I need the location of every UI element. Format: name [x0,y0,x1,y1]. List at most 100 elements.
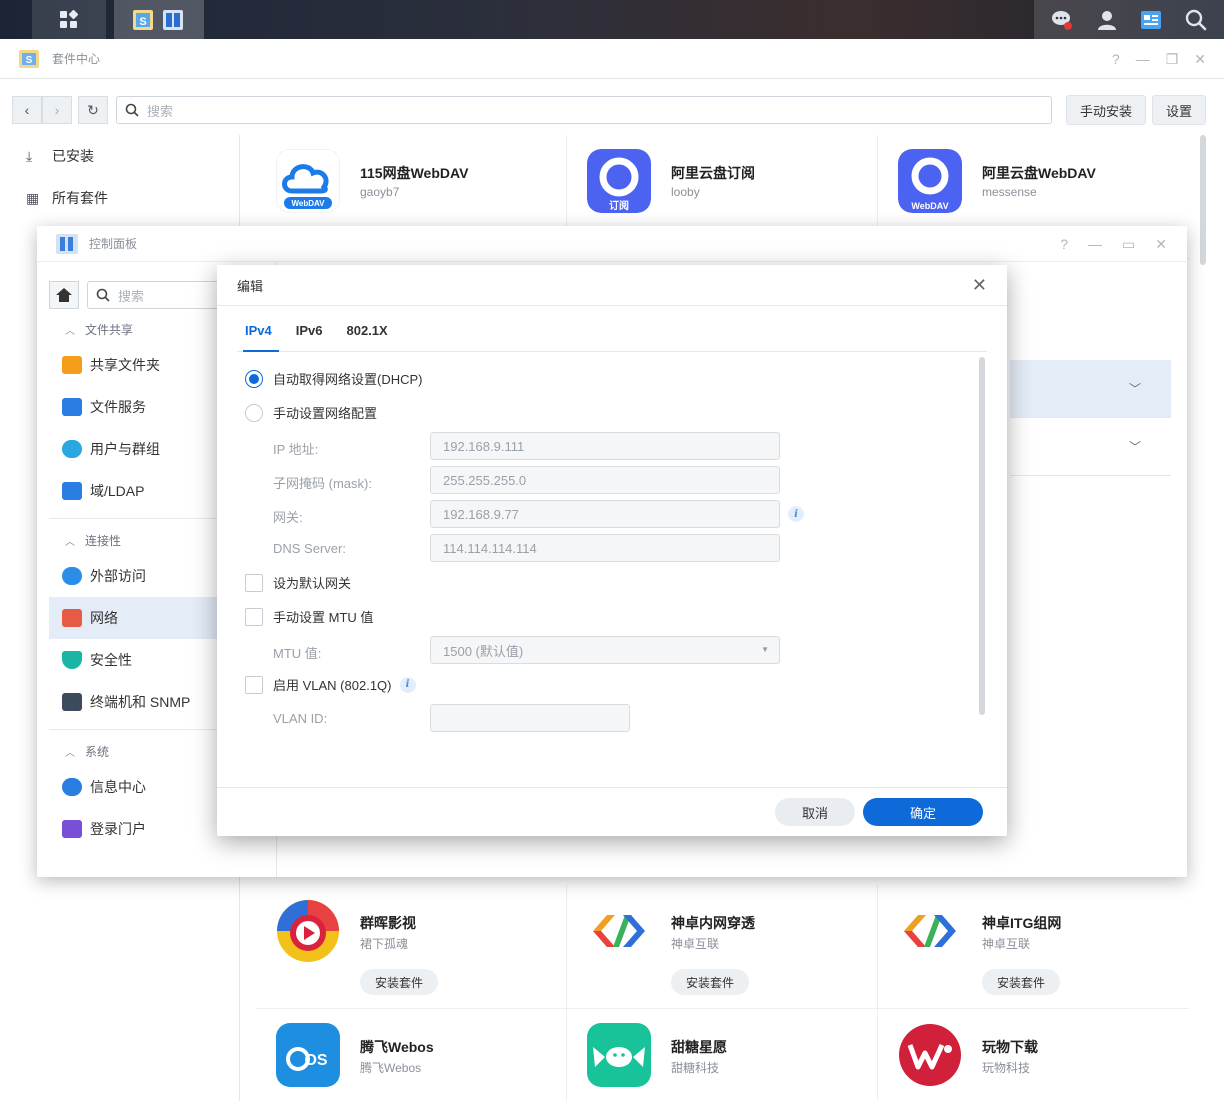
mtu-select[interactable]: 1500 (默认值) ▼ [430,636,780,664]
mtu-label: MTU 值: [273,646,322,661]
close-icon[interactable]: ✕ [1155,236,1167,253]
manual-install-button[interactable]: 手动安装 [1066,95,1146,125]
package-name: 阿里云盘订阅 [671,165,755,181]
notification-icon[interactable] [1051,9,1073,31]
chevron-down-icon: ▼ [761,645,769,654]
info-icon[interactable]: i [399,676,416,693]
mtu-value: 1500 (默认值) [443,643,524,659]
chevron-up-icon: ︿ [65,747,75,759]
svg-text:WebDAV: WebDAV [291,199,325,208]
refresh-button[interactable]: ↻ [78,96,108,124]
aliyun-subscribe-icon: 订阅 [587,149,651,213]
ok-button[interactable]: 确定 [863,798,983,826]
ip-address-field[interactable]: 192.168.9.111 [430,432,780,460]
back-button[interactable]: ‹ [12,96,42,124]
section-title: 文件共享 [85,322,134,337]
settings-button[interactable]: 设置 [1152,95,1206,125]
package-author: messense [982,185,1037,199]
network-interface-row[interactable]: ﹀ [1010,360,1171,418]
vlan-id-field[interactable] [430,704,630,732]
manual-mtu-checkbox[interactable] [245,607,263,626]
minimize-icon[interactable]: — [1136,51,1150,68]
package-center-logo-icon: S [19,49,39,68]
dns-server-field[interactable]: 114.114.114.114 [430,534,780,562]
sidebar-item-label: 网络 [90,610,118,626]
cancel-button[interactable]: 取消 [775,798,855,826]
manual-mtu-option[interactable]: 手动设置 MTU 值 [245,607,373,626]
manual-label: 手动设置网络配置 [273,406,378,421]
tab-ipv4[interactable]: IPv4 [245,323,272,338]
install-package-button[interactable]: 安装套件 [982,969,1060,995]
dhcp-radio[interactable] [245,369,263,388]
help-icon[interactable]: ? [1112,51,1120,68]
chevron-left-icon: ‹ [24,102,30,118]
download-icon: ⤓ [26,147,33,164]
wanwu-download-icon [899,1024,961,1086]
sidebar-item-all-packages[interactable]: ▦ 所有套件 [0,177,239,219]
sidebar-item-label: 登录门户 [90,821,146,837]
main-menu-button[interactable] [32,0,106,39]
search-input[interactable]: 搜索 [116,96,1052,124]
close-icon[interactable]: ✕ [1194,51,1206,68]
tab-8021x[interactable]: 802.1X [347,323,388,338]
package-list-scrollbar[interactable] [1200,135,1206,265]
terminal-icon [62,693,82,711]
network-interface-row[interactable]: ﹀ [1010,418,1171,476]
minimize-icon[interactable]: — [1088,236,1102,253]
subnet-mask-field[interactable]: 255.255.255.0 [430,466,780,494]
search-icon[interactable] [1185,9,1207,31]
vlan-label: 启用 VLAN (802.1Q) [273,678,392,693]
maximize-icon[interactable]: ▭ [1122,236,1135,253]
package-card[interactable]: OS 腾飞Webos 腾飞Webos [256,1009,567,1101]
shenzhuo-nat-icon [593,915,645,947]
widgets-icon[interactable] [1140,9,1162,31]
window-title: 控制面板 [89,237,138,251]
subnet-mask-label: 子网掩码 (mask): [273,476,372,491]
vlan-checkbox[interactable] [245,675,263,694]
package-author: 腾飞Webos [360,1061,422,1075]
package-author: 神卓互联 [671,937,720,951]
file-service-icon [62,398,82,416]
sidebar-item-label: 用户与群组 [90,441,160,457]
sidebar-item-label: 外部访问 [90,568,146,584]
close-icon[interactable]: ✕ [972,275,987,296]
manual-option[interactable]: 手动设置网络配置 [245,403,377,422]
info-icon[interactable]: i [788,506,804,522]
tab-divider [237,351,987,352]
refresh-icon: ↻ [87,101,99,118]
restore-icon[interactable]: ❐ [1166,51,1179,68]
install-package-button[interactable]: 安装套件 [671,969,749,995]
svg-text:WebDAV: WebDAV [911,201,948,211]
home-button[interactable] [49,281,79,309]
forward-button[interactable]: › [42,96,72,124]
package-card[interactable]: 神卓内网穿透 神卓互联 安装套件 [567,885,878,1009]
manual-radio[interactable] [245,403,263,422]
dhcp-option[interactable]: 自动取得网络设置(DHCP) [245,369,423,388]
active-tab-indicator [243,350,279,352]
control-panel-search-input[interactable]: 搜索 [87,281,227,309]
package-card[interactable]: 群晖影视 裙下孤魂 安装套件 [256,885,567,1009]
package-card[interactable]: 甜糖星愿 甜糖科技 [567,1009,878,1101]
install-package-button[interactable]: 安装套件 [360,969,438,995]
package-name: 115网盘WebDAV [360,165,469,181]
package-author: looby [671,185,700,199]
vlan-option[interactable]: 启用 VLAN (802.1Q) i [245,675,416,694]
sidebar-item-label: 文件服务 [90,399,146,415]
package-name: 阿里云盘WebDAV [982,165,1096,181]
aliyun-webdav-icon: WebDAV [898,149,962,213]
tab-ipv6[interactable]: IPv6 [296,323,323,338]
sidebar-item-installed[interactable]: ⤓ 已安装 [0,135,239,177]
home-icon [56,288,72,302]
gateway-field[interactable]: 192.168.9.77 [430,500,780,528]
taskbar-open-apps[interactable]: S [114,0,204,39]
package-card[interactable]: 神卓ITG组网 神卓互联 安装套件 [878,885,1189,1009]
user-icon[interactable] [1096,9,1118,31]
help-icon[interactable]: ? [1060,236,1068,253]
dialog-scrollbar[interactable] [979,357,985,715]
chevron-up-icon: ︿ [65,325,75,337]
default-gateway-checkbox[interactable] [245,573,263,592]
search-placeholder: 搜索 [147,103,174,119]
package-card[interactable]: 玩物下载 玩物科技 [878,1009,1189,1101]
default-gateway-option[interactable]: 设为默认网关 [245,573,351,592]
dialog-tabs: IPv4 IPv6 802.1X [245,323,388,338]
